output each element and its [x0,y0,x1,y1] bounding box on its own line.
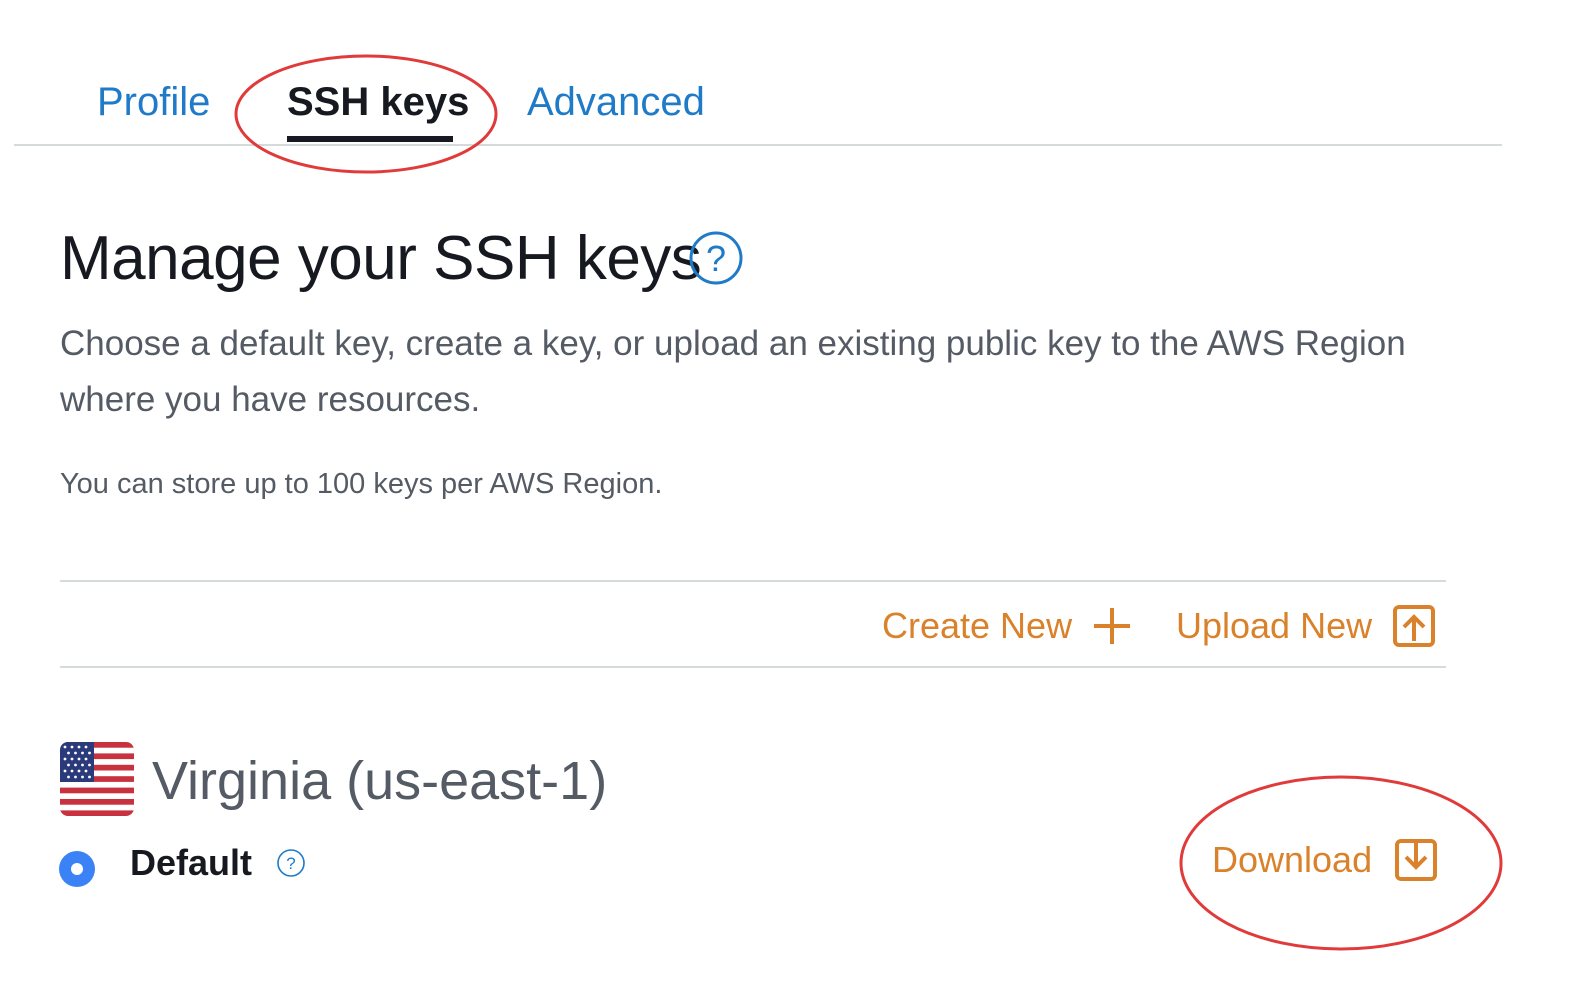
key-name-default: Default [130,842,253,883]
download-button[interactable]: Download [1212,834,1438,886]
tab-ssh-keys[interactable]: SSH keys [287,78,469,126]
us-flag-icon [60,742,134,816]
upload-new-label: Upload New [1176,605,1373,646]
tab-profile[interactable]: Profile [97,78,210,126]
svg-text:?: ? [706,238,726,279]
page-description: Choose a default key, create a key, or u… [60,324,1406,419]
tab-advanced[interactable]: Advanced [527,78,705,126]
plus-icon [1094,608,1131,644]
upload-new-button[interactable]: Upload New [1176,600,1436,652]
create-new-button[interactable]: Create New [882,600,1134,652]
upload-icon [1393,605,1436,647]
divider-top [60,580,1446,582]
key-limit-note: You can store up to 100 keys per AWS Reg… [60,468,663,500]
download-label: Download [1212,839,1373,880]
default-key-radio[interactable] [58,850,96,888]
region-name: Virginia (us-east-1) [152,751,608,811]
divider-bottom [60,666,1446,668]
help-circle-icon[interactable]: ? [276,848,306,878]
page-title: Manage your SSH keys [60,224,702,293]
create-new-label: Create New [882,605,1073,646]
svg-text:?: ? [286,854,295,873]
help-circle-icon[interactable]: ? [688,230,744,286]
download-icon [1395,839,1438,881]
tab-bar: Profile SSH keys Advanced [14,60,1502,146]
active-tab-indicator [287,136,453,142]
